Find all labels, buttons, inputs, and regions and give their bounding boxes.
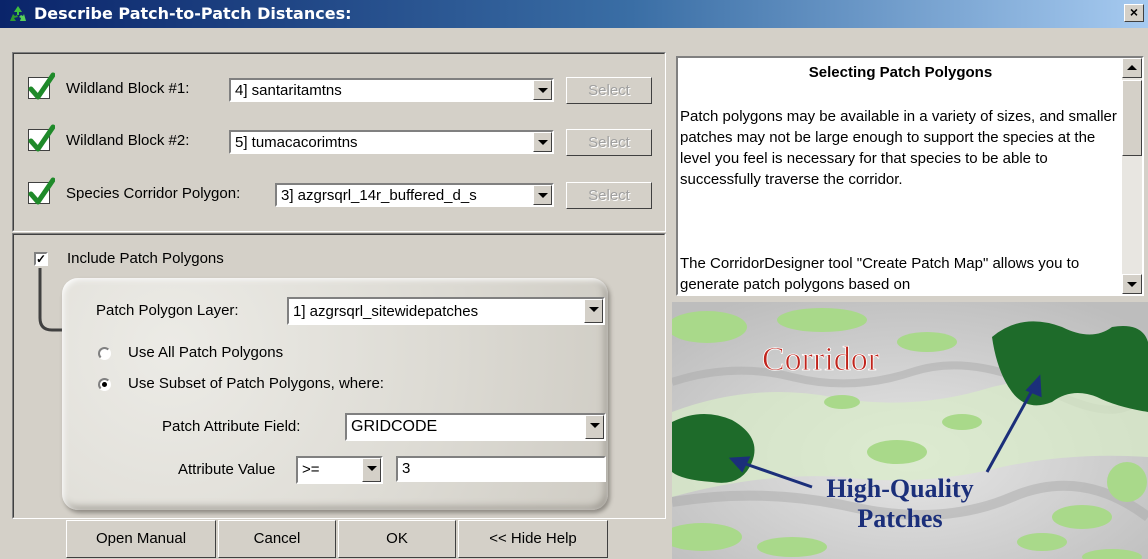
help-title: Selecting Patch Polygons: [808, 64, 993, 81]
block2-select[interactable]: 5] tumacacorimtns: [229, 130, 554, 154]
window-title: Describe Patch-to-Patch Distances:: [34, 4, 352, 23]
radio-subset-patches[interactable]: [98, 378, 111, 391]
chevron-down-icon[interactable]: [533, 80, 552, 100]
scroll-down-button[interactable]: [1122, 274, 1142, 294]
include-patch-label: Include Patch Polygons: [67, 250, 224, 267]
block2-checkbox[interactable]: [28, 124, 55, 152]
help-paragraph-1: Patch polygons may be available in a var…: [680, 108, 1117, 188]
corridor-label: Species Corridor Polygon:: [66, 185, 241, 202]
map-label-hq-1: High-Quality: [826, 474, 973, 503]
chevron-down-icon: [1127, 282, 1137, 287]
help-pane[interactable]: Selecting Patch Polygons Patch polygons …: [676, 56, 1144, 296]
chevron-up-icon: [1127, 65, 1137, 70]
chevron-down-icon[interactable]: [585, 415, 604, 439]
attr-value-input[interactable]: 3: [396, 456, 606, 482]
radio-subset-label: Use Subset of Patch Polygons, where:: [128, 375, 384, 392]
title-bar: Describe Patch-to-Patch Distances: ×: [0, 0, 1148, 28]
open-manual-button[interactable]: Open Manual: [66, 520, 216, 558]
hide-help-button[interactable]: << Hide Help: [458, 520, 608, 558]
map-label-corridor: Corridor: [762, 341, 880, 378]
block1-checkbox[interactable]: [28, 72, 55, 100]
layer-label: Patch Polygon Layer:: [96, 302, 239, 319]
scroll-up-button[interactable]: [1122, 58, 1142, 78]
map-image: Corridor High-Quality Patches: [672, 302, 1148, 559]
checkmark-icon: [28, 72, 55, 100]
radio-all-label: Use All Patch Polygons: [128, 344, 284, 361]
chevron-down-icon[interactable]: [362, 458, 381, 482]
attr-value-label: Attribute Value: [178, 461, 276, 478]
cancel-button[interactable]: Cancel: [218, 520, 336, 558]
patch-illustration: Corridor High-Quality Patches: [672, 302, 1148, 559]
map-label-hq-2: Patches: [857, 504, 942, 533]
field-label: Patch Attribute Field:: [162, 418, 301, 435]
chevron-down-icon[interactable]: [533, 185, 552, 205]
corridor-select[interactable]: 3] azgrsqrl_14r_buffered_d_s: [275, 183, 554, 207]
field-select[interactable]: GRIDCODE: [345, 413, 606, 441]
block2-select-button[interactable]: Select: [566, 129, 652, 156]
scroll-thumb[interactable]: [1122, 80, 1142, 156]
chevron-down-icon[interactable]: [584, 299, 603, 323]
recycle-icon: [10, 6, 26, 21]
layer-select[interactable]: 1] azgrsqrl_sitewidepatches: [287, 297, 605, 325]
help-scrollbar[interactable]: [1122, 58, 1142, 294]
help-paragraph-2: The CorridorDesigner tool "Create Patch …: [680, 255, 1080, 293]
close-button[interactable]: ×: [1124, 4, 1144, 22]
block1-label: Wildland Block #1:: [66, 80, 190, 97]
corridor-select-button[interactable]: Select: [566, 182, 652, 209]
block1-select[interactable]: 4] santaritamtns: [229, 78, 554, 102]
block1-select-button[interactable]: Select: [566, 77, 652, 104]
checkmark-icon: [28, 177, 55, 205]
corridor-checkbox[interactable]: [28, 177, 55, 205]
radio-all-patches[interactable]: [98, 347, 111, 360]
chevron-down-icon[interactable]: [533, 132, 552, 152]
operator-select[interactable]: >=: [296, 456, 383, 484]
checkmark-icon: [28, 124, 55, 152]
block2-label: Wildland Block #2:: [66, 132, 190, 149]
ok-button[interactable]: OK: [338, 520, 456, 558]
include-patch-checkbox[interactable]: ✓: [34, 252, 48, 266]
